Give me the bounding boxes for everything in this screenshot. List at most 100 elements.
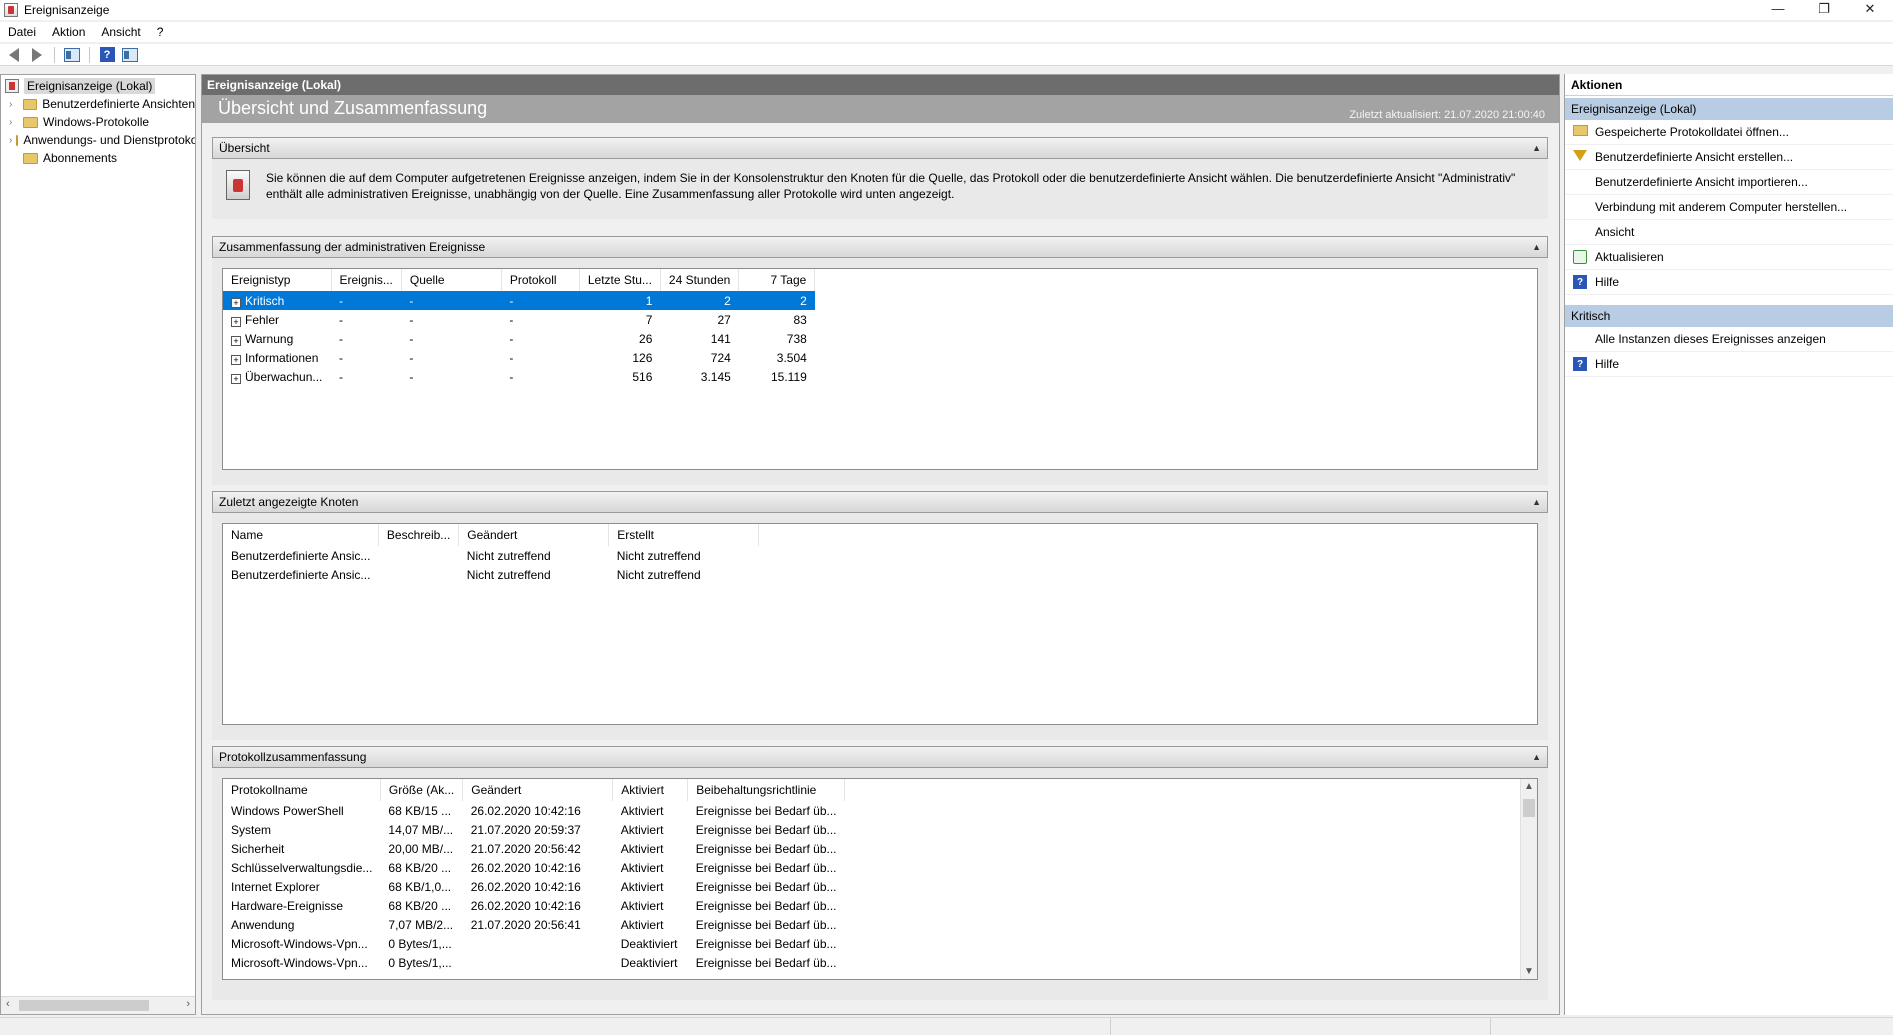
minimize-button[interactable]: — <box>1755 0 1801 20</box>
table-row[interactable]: Sicherheit 20,00 MB/... 21.07.2020 20:56:4… <box>223 839 845 858</box>
table-cell: - <box>501 291 580 310</box>
action-benutzerdefinierte-ansicht-erstellen[interactable]: Benutzerdefinierte Ansicht erstellen... <box>1565 145 1893 170</box>
table-row[interactable]: + Warnung - - - 26 141 738 <box>223 329 815 348</box>
expand-plus-icon[interactable]: + <box>231 354 241 365</box>
tree-item-root[interactable]: Ereignisanzeige (Lokal) <box>1 77 195 95</box>
action-alle-instanzen-dieses-ereignisses-anzeigen[interactable]: Alle Instanzen dieses Ereignisses anzeig… <box>1565 327 1893 352</box>
column-header[interactable]: Protokoll <box>501 269 580 291</box>
section-header[interactable]: Zusammenfassung der administrativen Erei… <box>212 236 1548 258</box>
summary-banner: Übersicht und Zusammenfassung Zuletzt ak… <box>202 95 1559 123</box>
scrollbar-thumb[interactable] <box>1523 799 1535 817</box>
expand-plus-icon[interactable]: + <box>231 335 241 346</box>
expand-plus-icon[interactable]: + <box>231 373 241 384</box>
collapse-icon[interactable]: ▲ <box>1532 747 1541 767</box>
action-aktualisieren[interactable]: Aktualisieren <box>1565 245 1893 270</box>
table-row[interactable]: Microsoft-Windows-Vpn... 0 Bytes/1,... Dea… <box>223 934 845 953</box>
column-header[interactable]: 24 Stunden <box>660 269 740 291</box>
table-row[interactable]: + Überwachun... - - - 516 3.145 15.119 <box>223 367 815 386</box>
collapse-icon[interactable]: ▲ <box>1532 237 1541 257</box>
table-row[interactable]: + Kritisch - - - 1 2 2 <box>223 291 815 310</box>
scroll-down-icon[interactable]: ▼ <box>1524 966 1534 977</box>
section-header[interactable]: Zuletzt angezeigte Knoten ▲ <box>212 491 1548 513</box>
table-cell: Ereignisse bei Bedarf üb... <box>695 898 837 913</box>
column-header[interactable]: Protokollname <box>223 779 381 801</box>
column-header[interactable]: Ereignistyp <box>223 269 332 291</box>
folder-open-icon <box>1573 125 1588 136</box>
table-cell: 21.07.2020 20:56:41 <box>470 917 581 932</box>
column-header[interactable]: Name <box>223 524 379 546</box>
table-row[interactable]: Anwendung 7,07 MB/2... 21.07.2020 20:56:41… <box>223 915 845 934</box>
column-header[interactable]: Geändert <box>462 779 614 801</box>
table-cell: 68 KB/15 ... <box>388 803 452 818</box>
section-header[interactable]: Übersicht ▲ <box>212 137 1548 159</box>
help-button[interactable]: ? <box>97 46 117 64</box>
close-button[interactable]: ✕ <box>1847 0 1893 20</box>
menu-bar: Datei Aktion Ansicht ? <box>0 22 1893 42</box>
action-benutzerdefinierte-ansicht-importieren[interactable]: Benutzerdefinierte Ansicht importieren..… <box>1565 170 1893 195</box>
menu-help[interactable]: ? <box>149 25 172 39</box>
action-gespeicherte-protokolldatei-öffnen[interactable]: Gespeicherte Protokolldatei öffnen... <box>1565 120 1893 145</box>
expand-plus-icon[interactable]: + <box>231 297 241 308</box>
table-row[interactable]: + Fehler - - - 7 27 83 <box>223 310 815 329</box>
folder-icon <box>23 116 38 128</box>
expand-icon[interactable]: › <box>9 135 12 146</box>
scroll-left-icon[interactable]: ‹ <box>6 998 10 1010</box>
table-row[interactable]: Benutzerdefinierte Ansic... Nicht zutref… <box>223 565 759 584</box>
action-ansicht[interactable]: Ansicht <box>1565 220 1893 245</box>
back-button[interactable] <box>4 46 24 64</box>
table-row[interactable]: Windows PowerShell 68 KB/15 ... 26.02.2020… <box>223 801 845 820</box>
expand-plus-icon[interactable]: + <box>231 316 241 327</box>
table-cell: Microsoft-Windows-Vpn... <box>231 936 368 951</box>
column-header[interactable]: Erstellt <box>608 524 760 546</box>
expand-icon[interactable]: › <box>9 99 19 110</box>
table-row[interactable]: System 14,07 MB/... 21.07.2020 20:59:37 Akt… <box>223 820 845 839</box>
column-header[interactable]: Geändert <box>458 524 610 546</box>
back-arrow-icon <box>9 47 19 62</box>
column-header[interactable]: Letzte Stu... <box>579 269 661 291</box>
show-hide-action-pane-button[interactable] <box>120 46 140 64</box>
column-header[interactable]: Beibehaltungsrichtlinie <box>687 779 845 801</box>
column-header[interactable]: Aktiviert <box>612 779 689 801</box>
menu-aktion[interactable]: Aktion <box>44 25 93 39</box>
admin-summary-body: Ereignistyp Ereignis... Quelle Protokoll… <box>212 258 1548 485</box>
tree-item-custom-views[interactable]: › Benutzerdefinierte Ansichten <box>1 95 195 113</box>
table-cell: - <box>509 369 514 384</box>
show-hide-console-tree-button[interactable] <box>62 46 82 64</box>
column-header[interactable]: Beschreib... <box>378 524 460 546</box>
action-hilfe[interactable]: ? Hilfe <box>1565 352 1893 377</box>
action-group-header[interactable]: Kritisch <box>1565 305 1893 327</box>
action-group-header[interactable]: Ereignisanzeige (Lokal) <box>1565 98 1893 120</box>
forward-button[interactable] <box>27 46 47 64</box>
column-header[interactable]: Quelle <box>401 269 502 291</box>
table-cell: 68 KB/1,0... <box>388 879 452 894</box>
column-header[interactable]: 7 Tage <box>738 269 816 291</box>
collapse-icon[interactable]: ▲ <box>1532 492 1541 512</box>
menu-datei[interactable]: Datei <box>0 25 44 39</box>
table-row[interactable]: Microsoft-Windows-Vpn... 0 Bytes/1,... Dea… <box>223 953 845 972</box>
section-header[interactable]: Protokollzusammenfassung ▲ <box>212 746 1548 768</box>
log-vertical-scrollbar[interactable]: ▲ ▼ <box>1520 779 1537 979</box>
action-hilfe[interactable]: ? Hilfe <box>1565 270 1893 295</box>
table-row[interactable]: Hardware-Ereignisse 68 KB/20 ... 26.02.202… <box>223 896 845 915</box>
column-header[interactable]: Größe (Ak... <box>380 779 464 801</box>
tree-item-subscriptions[interactable]: Abonnements <box>1 149 195 167</box>
restore-button[interactable]: ❐ <box>1801 0 1847 20</box>
table-row[interactable]: Schlüsselverwaltungsdie... 68 KB/20 ... 26… <box>223 858 845 877</box>
table-cell: Benutzerdefinierte Ansic... <box>231 548 371 563</box>
tree-item-windows-logs[interactable]: › Windows-Protokolle <box>1 113 195 131</box>
scroll-up-icon[interactable]: ▲ <box>1524 781 1534 792</box>
menu-ansicht[interactable]: Ansicht <box>93 25 148 39</box>
tree-item-app-service-logs[interactable]: › Anwendungs- und Dienstprotokolle <box>1 131 195 149</box>
title-bar: Ereignisanzeige — ❐ ✕ <box>0 0 1893 20</box>
collapse-icon[interactable]: ▲ <box>1532 138 1541 158</box>
table-cell: 3.145 <box>700 369 731 384</box>
action-verbindung-mit-anderem-computer-herstellen[interactable]: Verbindung mit anderem Computer herstell… <box>1565 195 1893 220</box>
table-row[interactable]: Benutzerdefinierte Ansic... Nicht zutref… <box>223 546 759 565</box>
expand-icon[interactable]: › <box>9 117 19 128</box>
scrollbar-thumb[interactable] <box>19 1000 149 1011</box>
column-header[interactable]: Ereignis... <box>331 269 402 291</box>
table-row[interactable]: Internet Explorer 68 KB/1,0... 26.02.2020 … <box>223 877 845 896</box>
scroll-right-icon[interactable]: › <box>186 998 190 1010</box>
table-row[interactable]: + Informationen - - - 126 724 3.504 <box>223 348 815 367</box>
tree-horizontal-scrollbar[interactable]: ‹ › <box>1 996 195 1014</box>
